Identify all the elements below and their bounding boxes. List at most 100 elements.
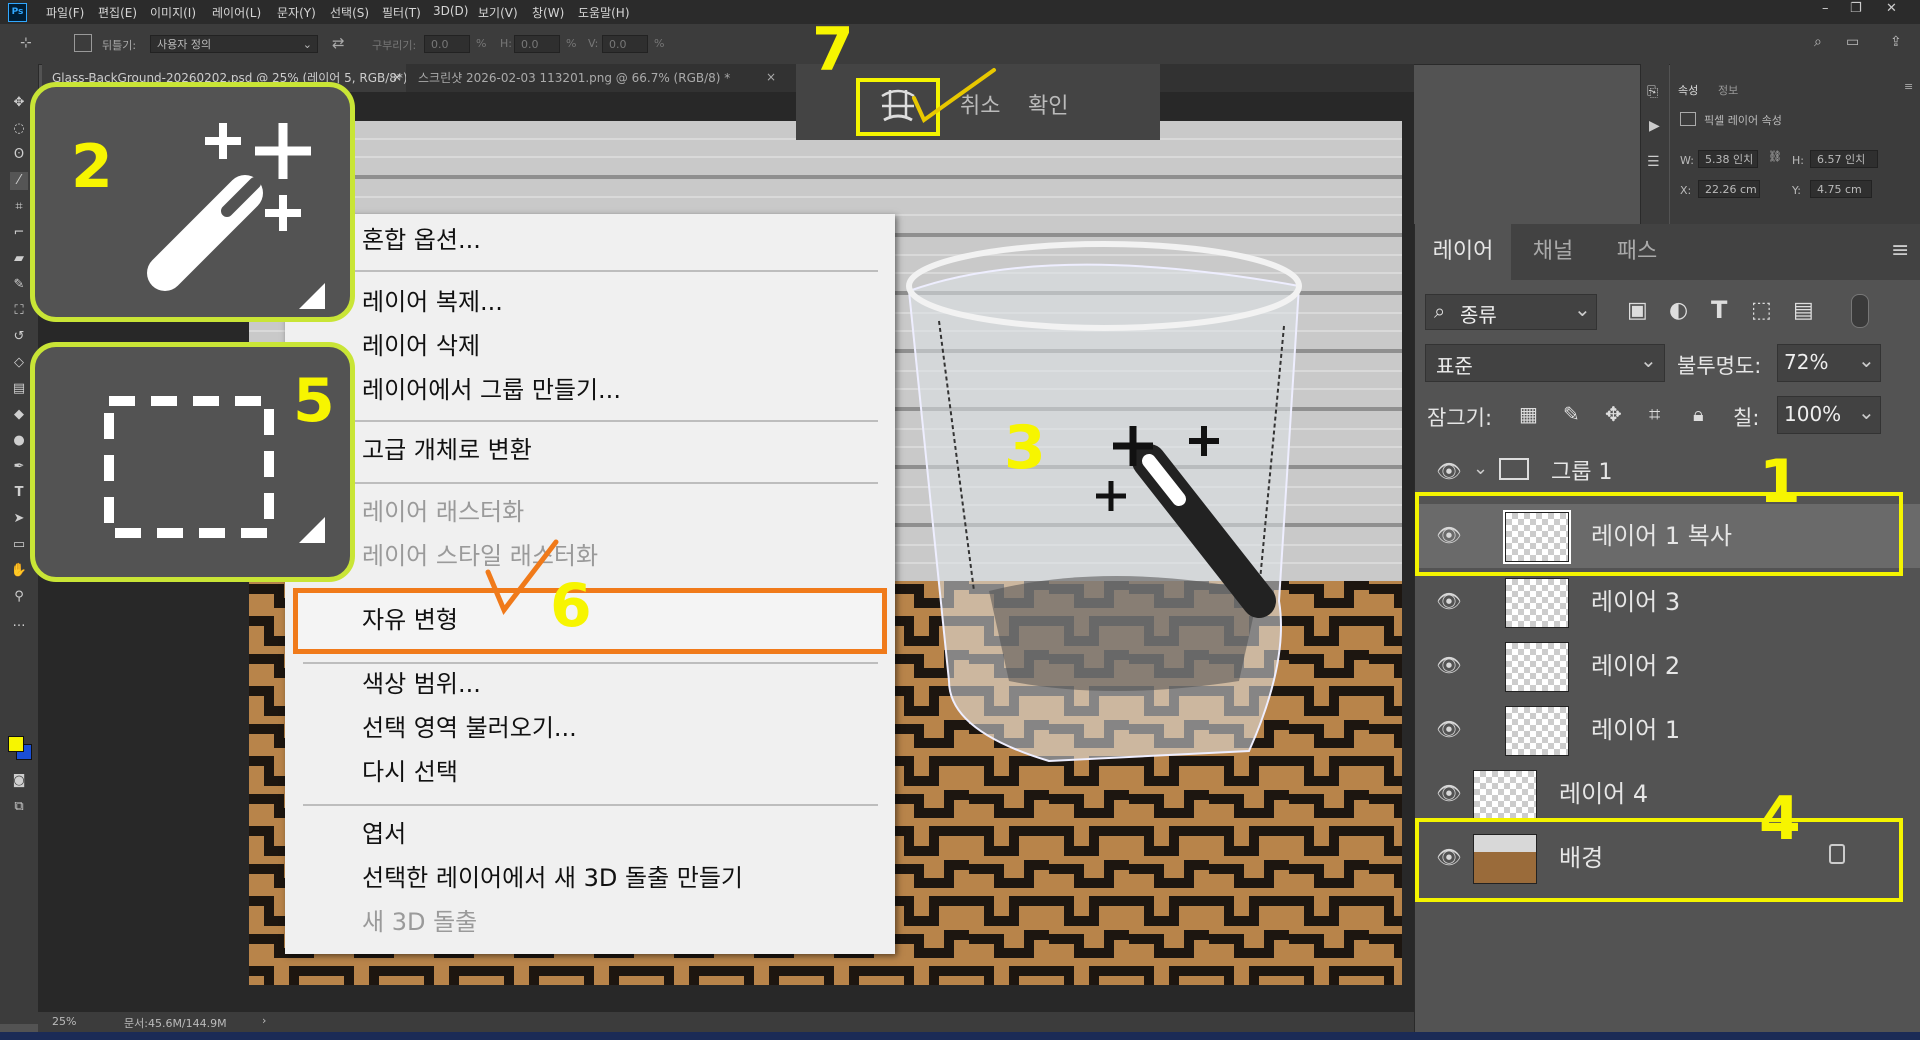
brush-tool-icon[interactable]: ✎ — [10, 276, 28, 294]
menu-edit[interactable]: 편집(E) — [98, 4, 137, 21]
menu-image[interactable]: 이미지(I) — [150, 4, 196, 21]
type-tool-icon[interactable]: T — [10, 484, 28, 502]
filter-type-icon[interactable]: T — [1711, 296, 1727, 324]
visibility-eye-icon[interactable]: 👁︎ — [1435, 782, 1463, 804]
visibility-eye-icon[interactable]: 👁︎ — [1435, 654, 1463, 676]
v-input[interactable]: 0.0 — [602, 35, 648, 53]
zoom-tool-icon[interactable]: ⚲ — [10, 588, 28, 606]
visibility-eye-icon[interactable]: 👁︎ — [1435, 590, 1463, 612]
menu-type[interactable]: 문자(Y) — [277, 4, 316, 21]
menu-item-color-range[interactable]: 색상 범위... — [362, 666, 481, 702]
lasso-tool-icon[interactable]: ʘ — [10, 146, 28, 164]
filter-pixel-icon[interactable]: ▣ — [1627, 298, 1648, 323]
blend-mode-select[interactable]: 표준 ⌄ — [1425, 344, 1665, 382]
close-icon[interactable]: ✕ — [1886, 1, 1897, 16]
filter-toggle[interactable] — [1851, 294, 1869, 328]
hand-tool-icon[interactable]: ✋ — [10, 562, 28, 580]
eyedropper-tool-icon[interactable]: ⌐ — [10, 224, 28, 242]
menu-item-group-from-layers[interactable]: 레이어에서 그룹 만들기... — [362, 372, 621, 408]
panel-menu-icon[interactable]: ≡ — [1904, 80, 1913, 93]
menu-select[interactable]: 선택(S) — [330, 4, 369, 21]
workspace-icon[interactable]: ▭ — [1846, 34, 1859, 50]
stamp-tool-icon[interactable]: ⛶ — [10, 302, 28, 320]
tab-screenshot[interactable]: 스크린샷 2026-02-03 113201.png @ 66.7% (RGB/… — [408, 64, 792, 92]
visibility-eye-icon[interactable]: 👁︎ — [1435, 460, 1463, 482]
h-input[interactable]: 0.0 — [514, 35, 560, 53]
x-input[interactable]: 22.26 cm — [1698, 180, 1760, 198]
close-tab-icon[interactable]: × — [392, 70, 402, 84]
restore-icon[interactable]: ❐ — [1850, 1, 1862, 16]
link-icon[interactable]: ⛓ — [1768, 150, 1782, 163]
eraser-tool-icon[interactable]: ◇ — [10, 354, 28, 372]
menu-layer[interactable]: 레이어(L) — [212, 4, 261, 21]
menu-item-delete-layer[interactable]: 레이어 삭제 — [362, 328, 480, 364]
dodge-tool-icon[interactable]: ● — [10, 432, 28, 450]
lock-transparent-icon[interactable]: ▦ — [1519, 402, 1538, 426]
warp-style-select[interactable]: 사용자 정의 ⌄ — [150, 35, 318, 53]
menu-filter[interactable]: 필터(T) — [382, 4, 421, 21]
shape-tool-icon[interactable]: ▭ — [10, 536, 28, 554]
layer-row[interactable]: 👁︎ 레이어 2 — [1415, 634, 1920, 698]
menu-3d[interactable]: 3D(D) — [433, 4, 468, 18]
layer-filter-select[interactable]: ⌕ 종류 ⌄ — [1425, 294, 1597, 330]
lock-artboard-icon[interactable]: ⌗ — [1649, 402, 1660, 426]
filter-smart-object-icon[interactable]: ▤ — [1793, 298, 1814, 323]
menu-item-postcard[interactable]: 엽서 — [362, 816, 406, 852]
tab-properties[interactable]: 속성 — [1678, 82, 1698, 98]
opacity-input[interactable]: 72% ⌄ — [1777, 344, 1881, 382]
history-brush-icon[interactable]: ↺ — [10, 328, 28, 346]
properties-panel-icon[interactable]: ☰ — [1647, 154, 1660, 170]
y-input[interactable]: 4.75 cm — [1810, 180, 1872, 198]
menu-file[interactable]: 파일(F) — [46, 4, 84, 21]
lock-position-icon[interactable]: ✥ — [1605, 402, 1622, 426]
menu-help[interactable]: 도움말(H) — [578, 4, 630, 21]
foreground-color-swatch[interactable] — [8, 736, 24, 752]
chevron-down-icon[interactable]: ⌄ — [1473, 458, 1488, 479]
menu-item-reselect[interactable]: 다시 선택 — [362, 754, 458, 790]
curve-input[interactable]: 0.0 — [424, 35, 470, 53]
panel-menu-icon[interactable]: ≡ — [1891, 238, 1909, 263]
layer-row[interactable]: 👁︎ 레이어 3 — [1415, 570, 1920, 634]
warp-orientation-icon[interactable]: ⇄ — [332, 34, 345, 52]
menu-item-load-selection[interactable]: 선택 영역 불러오기... — [362, 710, 577, 746]
marquee-tool-icon[interactable]: ◌ — [10, 120, 28, 138]
menu-item-duplicate-layer[interactable]: 레이어 복제... — [362, 284, 503, 320]
move-tool-icon[interactable]: ✥ — [10, 94, 28, 112]
close-tab-icon[interactable]: × — [766, 70, 776, 84]
share-icon[interactable]: ⇪ — [1890, 34, 1902, 50]
tab-channels[interactable]: 채널 — [1511, 224, 1595, 280]
healing-tool-icon[interactable]: ▰ — [10, 250, 28, 268]
more-tools-icon[interactable]: … — [10, 614, 28, 632]
minimize-icon[interactable]: – — [1822, 1, 1829, 16]
tab-info[interactable]: 정보 — [1718, 82, 1738, 98]
history-panel-icon[interactable]: ⎘ — [1647, 84, 1658, 100]
zoom-level[interactable]: 25% — [52, 1015, 76, 1028]
search-icon[interactable]: ⌕ — [1814, 34, 1822, 50]
gradient-tool-icon[interactable]: ▤ — [10, 380, 28, 398]
width-input[interactable]: 5.38 인치 — [1698, 150, 1758, 168]
layer-group-row[interactable]: 👁︎ ⌄ 그룹 1 — [1415, 448, 1920, 498]
screen-mode-icon[interactable]: ⧉ — [10, 798, 28, 816]
magic-wand-tool-icon[interactable]: ⁄ — [10, 172, 28, 190]
quick-mask-icon[interactable]: ◙ — [10, 772, 28, 790]
menu-item-blending-options[interactable]: 혼합 옵션... — [362, 222, 481, 258]
path-select-icon[interactable]: ➤ — [10, 510, 28, 528]
tab-paths[interactable]: 패스 — [1595, 224, 1679, 280]
height-input[interactable]: 6.57 인치 — [1810, 150, 1878, 168]
menu-item-new-3d-extrusion-from-layer[interactable]: 선택한 레이어에서 새 3D 돌출 만들기 — [362, 860, 743, 896]
commit-transform-button[interactable]: 확인 — [1028, 88, 1068, 120]
visibility-eye-icon[interactable]: 👁︎ — [1435, 718, 1463, 740]
tab-layers[interactable]: 레이어 — [1415, 224, 1511, 280]
blur-tool-icon[interactable]: ◆ — [10, 406, 28, 424]
chevron-right-icon[interactable]: › — [262, 1014, 266, 1027]
menu-view[interactable]: 보기(V) — [478, 4, 518, 21]
filter-shape-icon[interactable]: ⬚ — [1751, 298, 1772, 323]
lock-image-icon[interactable]: ✎ — [1563, 402, 1580, 426]
layer-row[interactable]: 👁︎ 레이어 1 — [1415, 698, 1920, 762]
reference-point-icon[interactable] — [74, 34, 92, 52]
menu-window[interactable]: 창(W) — [532, 4, 564, 21]
fill-input[interactable]: 100% ⌄ — [1777, 396, 1881, 434]
lock-all-icon[interactable]: 🔒︎ — [1693, 402, 1704, 426]
menu-item-convert-smart-object[interactable]: 고급 개체로 변환 — [362, 432, 532, 468]
menu-item-free-transform[interactable]: 자유 변형 — [362, 602, 458, 638]
